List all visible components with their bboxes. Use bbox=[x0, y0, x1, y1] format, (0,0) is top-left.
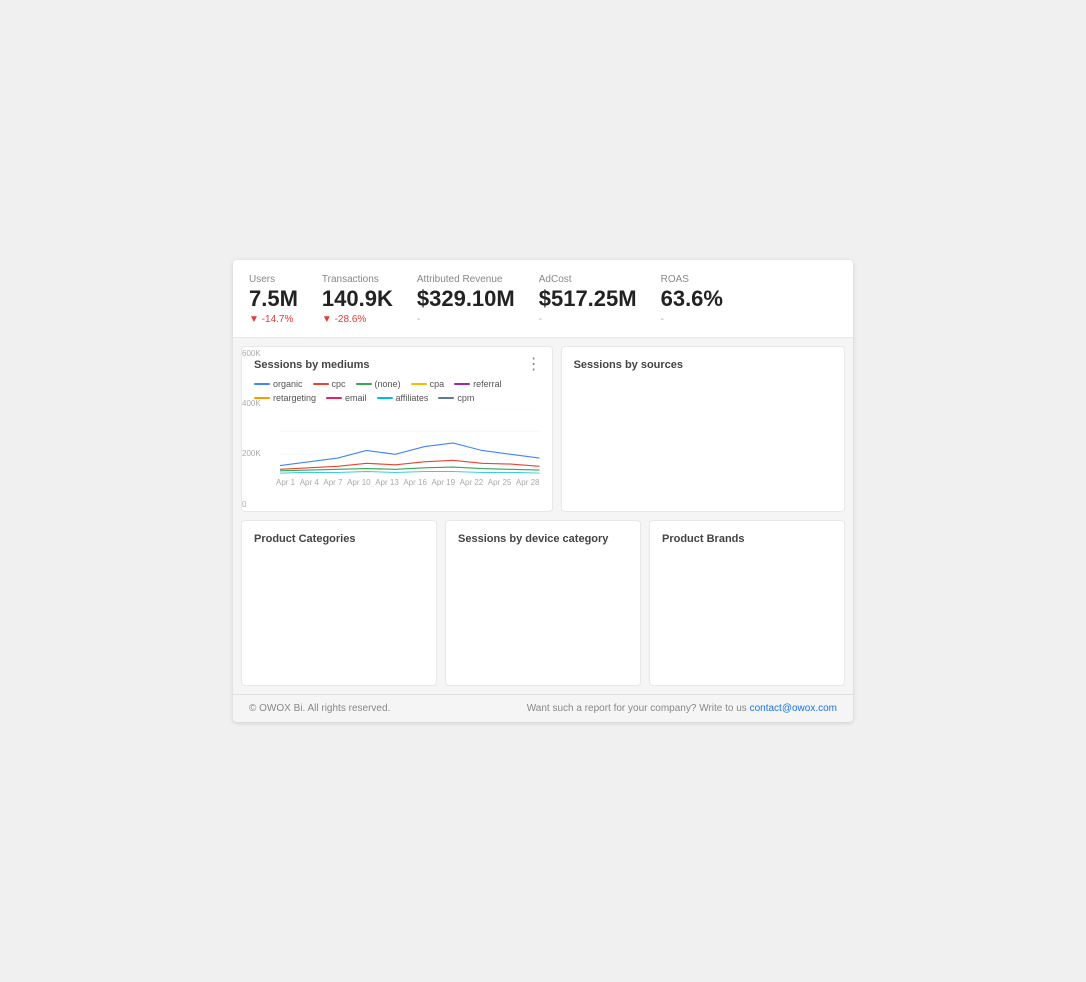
kpi-value: 63.6% bbox=[661, 287, 723, 311]
x-axis-label: Apr 13 bbox=[375, 478, 399, 487]
kpi-value: $517.25M bbox=[539, 287, 637, 311]
sessions-mediums-chart bbox=[280, 409, 540, 477]
y-axis-label: 200K bbox=[242, 449, 261, 458]
kpi-value: $329.10M bbox=[417, 287, 515, 311]
kpi-item: ROAS 63.6% - bbox=[661, 274, 723, 324]
legend-label: cpm bbox=[457, 393, 474, 403]
legend-item: cpa bbox=[411, 379, 445, 389]
product-brands-empty bbox=[662, 553, 832, 673]
legend-item: email bbox=[326, 393, 367, 403]
kpi-change: - bbox=[539, 314, 637, 325]
kpi-label: Transactions bbox=[322, 274, 393, 285]
kpi-value: 140.9K bbox=[322, 287, 393, 311]
legend-item: referral bbox=[454, 379, 502, 389]
legend-item: affiliates bbox=[377, 393, 429, 403]
kpi-change: - bbox=[661, 314, 723, 325]
legend-label: (none) bbox=[375, 379, 401, 389]
legend-item: organic bbox=[254, 379, 303, 389]
footer: © OWOX Bi. All rights reserved. Want suc… bbox=[233, 694, 853, 722]
x-axis-label: Apr 4 bbox=[300, 478, 319, 487]
report-container: Users 7.5M ▼ -14.7% Transactions 140.9K ▼ -28… bbox=[233, 260, 853, 721]
kpi-label: Attributed Revenue bbox=[417, 274, 515, 285]
legend-item: (none) bbox=[356, 379, 401, 389]
product-brands-title: Product Brands bbox=[662, 533, 832, 545]
y-axis-label: 0 bbox=[242, 500, 261, 509]
product-categories-empty bbox=[254, 553, 424, 673]
sessions-by-mediums-card: Sessions by mediums ⋮ organic cpc (none) cp… bbox=[241, 346, 553, 512]
kpi-item: AdCost $517.25M - bbox=[539, 274, 637, 324]
legend-line bbox=[454, 383, 470, 385]
legend-line bbox=[377, 397, 393, 399]
sessions-mediums-more-button[interactable]: ⋮ bbox=[526, 357, 542, 373]
x-axis-label: Apr 28 bbox=[516, 478, 540, 487]
sessions-device-category-title: Sessions by device category bbox=[458, 533, 628, 545]
kpi-label: Users bbox=[249, 274, 298, 285]
kpi-label: ROAS bbox=[661, 274, 723, 285]
x-axis-label: Apr 10 bbox=[347, 478, 371, 487]
kpi-change: ▼ -28.6% bbox=[322, 314, 393, 325]
y-axis-label: 400K bbox=[242, 399, 261, 408]
kpi-item: Users 7.5M ▼ -14.7% bbox=[249, 274, 298, 324]
legend-line bbox=[438, 397, 454, 399]
top-charts-row: Sessions by mediums ⋮ organic cpc (none) cp… bbox=[241, 346, 845, 512]
product-categories-card: Product Categories bbox=[241, 520, 437, 686]
sessions-mediums-legend: organic cpc (none) cpa referral retargeting em… bbox=[254, 379, 540, 403]
sessions-device-category-card: Sessions by device category bbox=[445, 520, 641, 686]
legend-label: cpa bbox=[430, 379, 445, 389]
legend-label: cpc bbox=[332, 379, 346, 389]
legend-label: referral bbox=[473, 379, 502, 389]
legend-label: affiliates bbox=[396, 393, 429, 403]
footer-cta: Want such a report for your company? Wri… bbox=[527, 703, 837, 714]
footer-cta-text: Want such a report for your company? Wri… bbox=[527, 703, 747, 714]
kpi-value: 7.5M bbox=[249, 287, 298, 311]
legend-label: retargeting bbox=[273, 393, 316, 403]
legend-line bbox=[356, 383, 372, 385]
y-axis-label: 600K bbox=[242, 349, 261, 358]
kpi-change: - bbox=[417, 314, 515, 325]
kpi-item: Attributed Revenue $329.10M - bbox=[417, 274, 515, 324]
kpi-label: AdCost bbox=[539, 274, 637, 285]
x-axis-label: Apr 1 bbox=[276, 478, 295, 487]
bottom-charts-row: Product Categories Sessions by device ca… bbox=[241, 520, 845, 686]
footer-copyright: © OWOX Bi. All rights reserved. bbox=[249, 703, 390, 714]
x-axis-label: Apr 7 bbox=[323, 478, 342, 487]
legend-item: retargeting bbox=[254, 393, 316, 403]
kpi-item: Transactions 140.9K ▼ -28.6% bbox=[322, 274, 393, 324]
x-axis-label: Apr 16 bbox=[403, 478, 427, 487]
sessions-sources-empty bbox=[574, 379, 832, 499]
charts-area: Sessions by mediums ⋮ organic cpc (none) cp… bbox=[233, 338, 853, 694]
x-axis-labels: Apr 1 Apr 4 Apr 7 Apr 10 Apr 13 Apr 16 Apr 19 A… bbox=[254, 476, 540, 487]
product-brands-card: Product Brands bbox=[649, 520, 845, 686]
sessions-device-empty bbox=[458, 553, 628, 673]
legend-label: organic bbox=[273, 379, 303, 389]
legend-line bbox=[326, 397, 342, 399]
footer-cta-link[interactable]: contact@owox.com bbox=[750, 703, 837, 714]
legend-item: cpm bbox=[438, 393, 474, 403]
kpi-row: Users 7.5M ▼ -14.7% Transactions 140.9K ▼ -28… bbox=[233, 260, 853, 337]
x-axis-label: Apr 19 bbox=[431, 478, 455, 487]
x-axis-label: Apr 25 bbox=[488, 478, 512, 487]
sessions-by-sources-card: Sessions by sources bbox=[561, 346, 845, 512]
legend-item: cpc bbox=[313, 379, 346, 389]
sessions-sources-title: Sessions by sources bbox=[574, 359, 832, 371]
sessions-mediums-title: Sessions by mediums bbox=[254, 359, 540, 371]
product-categories-title: Product Categories bbox=[254, 533, 424, 545]
legend-line bbox=[411, 383, 427, 385]
x-axis-label: Apr 22 bbox=[460, 478, 484, 487]
legend-line bbox=[313, 383, 329, 385]
y-axis-labels: 600K 400K 200K 0 bbox=[242, 347, 261, 511]
kpi-change: ▼ -14.7% bbox=[249, 314, 298, 325]
legend-label: email bbox=[345, 393, 367, 403]
